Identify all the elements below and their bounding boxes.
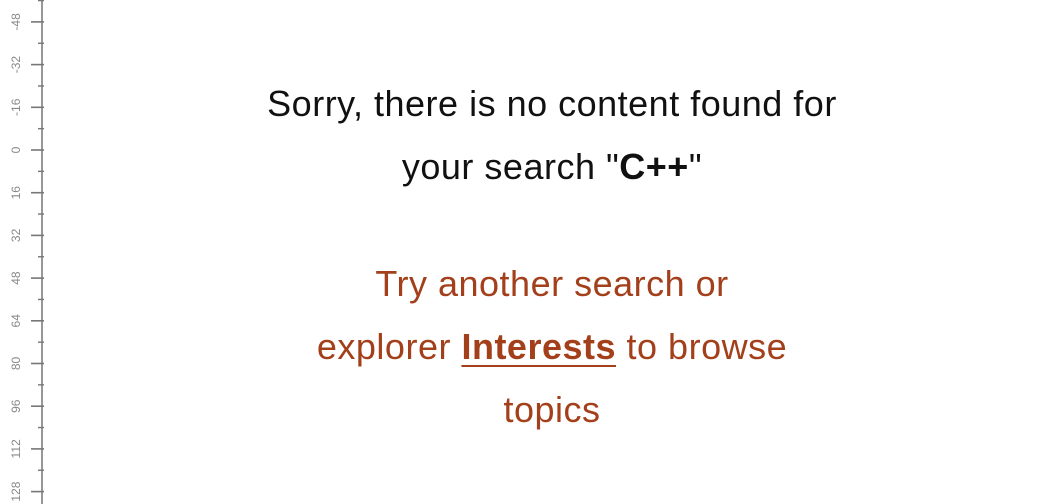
query-prefix: your search " (401, 146, 620, 187)
ruler-label: 96 (9, 399, 23, 413)
ruler-label: 112 (9, 439, 23, 458)
suggestion-prefix: explorer (316, 326, 462, 367)
ruler-label: 80 (9, 357, 23, 371)
suggestion-line1: Try another search or (375, 263, 729, 304)
ruler-label: 16 (9, 186, 23, 200)
ruler-label: 32 (9, 228, 23, 242)
ruler-label: 64 (9, 314, 23, 328)
interests-link[interactable]: Interests (461, 326, 616, 367)
no-results-message: Sorry, there is no content found for you… (202, 72, 902, 198)
suggestion-message: Try another search or explorer Interests… (242, 252, 862, 441)
no-results-line1: Sorry, there is no content found for (267, 83, 837, 124)
ruler-label: 128 (9, 481, 23, 501)
suggestion-line2: explorer Interests to browse (242, 315, 862, 378)
suggestion-suffix: to browse (616, 326, 788, 367)
ruler-label: 48 (9, 271, 23, 285)
no-results-line2: your search "C++" (202, 135, 902, 198)
query-suffix: " (688, 146, 703, 187)
vertical-ruler: -48 -32 -16 0 16 32 48 64 80 96 112 128 (9, 0, 44, 504)
ruler-label: -32 (9, 56, 23, 74)
ruler-label: -16 (9, 98, 23, 116)
search-query: C++ (619, 146, 689, 187)
ruler-label: 0 (9, 146, 23, 153)
ruler-label: -48 (9, 13, 23, 31)
suggestion-line3: topics (503, 389, 601, 430)
